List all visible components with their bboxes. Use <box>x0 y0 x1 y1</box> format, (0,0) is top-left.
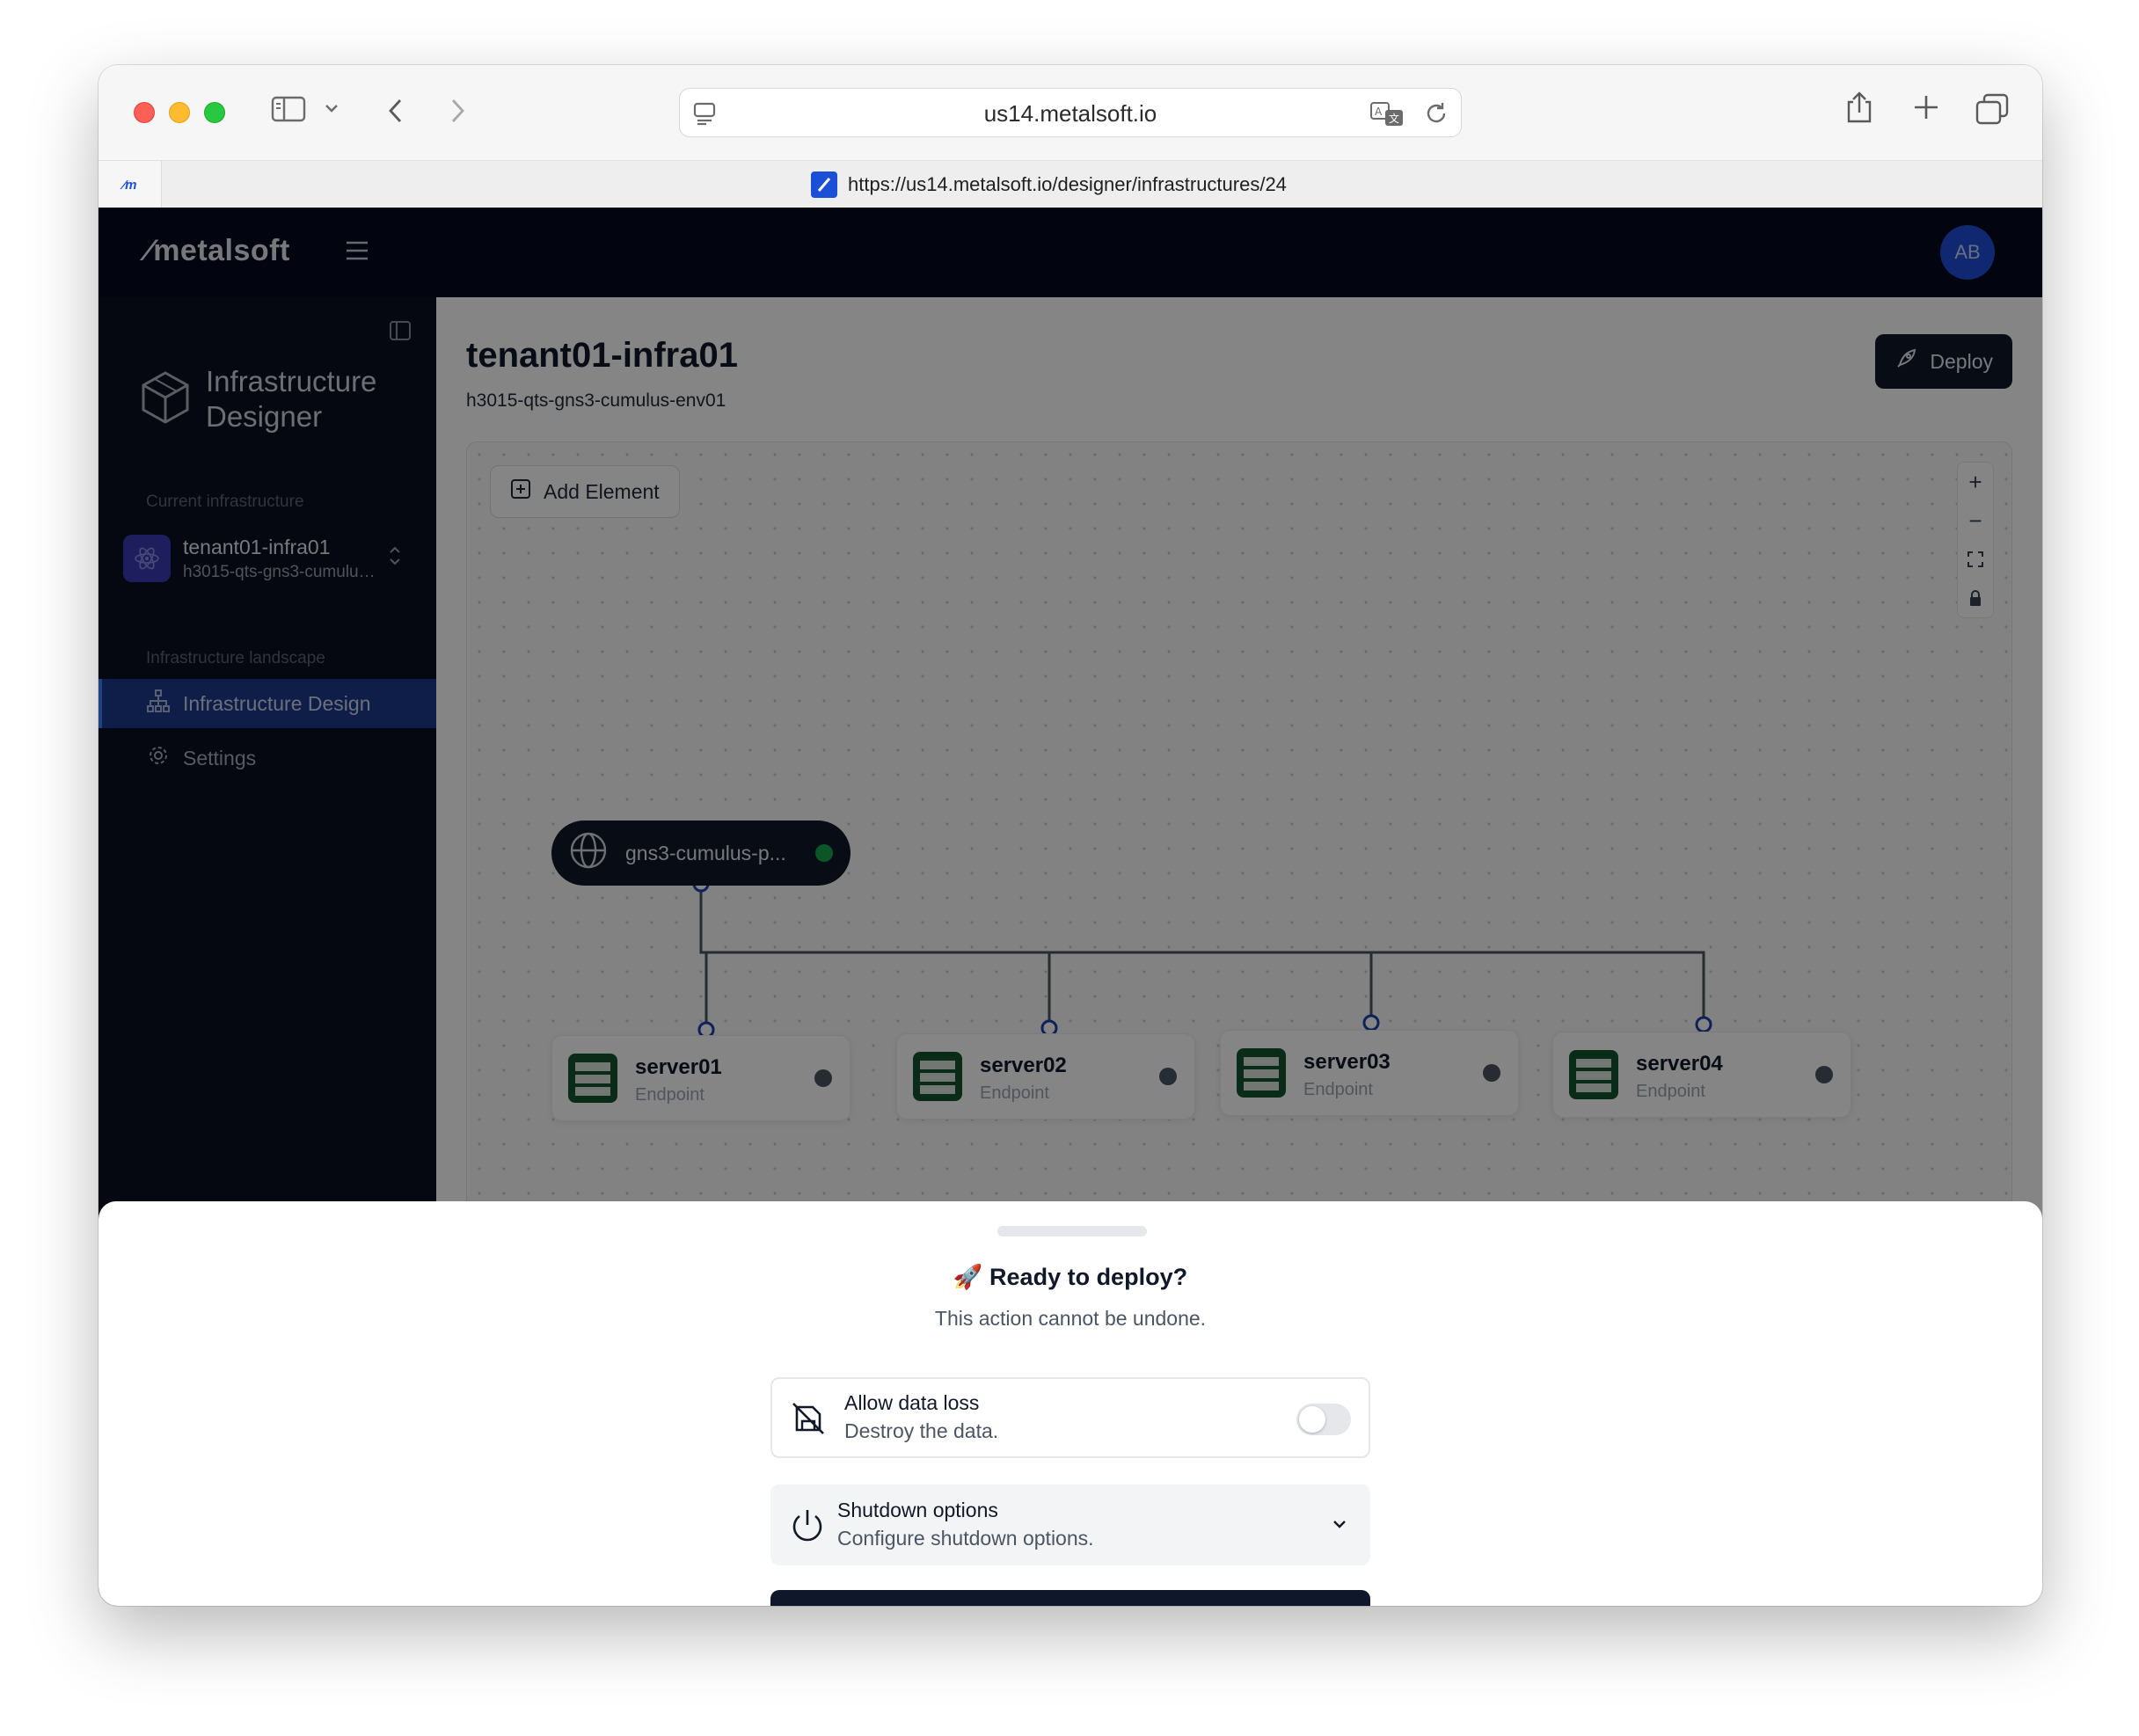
tab-bar: ⁄m https://us14.metalsoft.io/designer/in… <box>99 160 2042 208</box>
allow-data-loss-desc: Destroy the data. <box>844 1419 999 1442</box>
zoom-window-button[interactable] <box>204 102 225 123</box>
new-tab-icon[interactable] <box>1912 93 1940 121</box>
close-window-button[interactable] <box>134 102 155 123</box>
shutdown-options-title: Shutdown options <box>837 1499 998 1521</box>
drawer-title: 🚀 Ready to deploy? <box>953 1264 1188 1290</box>
app-root: ⁄ metalsoft AB Infrastructure Designer C… <box>99 208 2042 1606</box>
power-icon <box>790 1507 825 1549</box>
active-tab[interactable]: https://us14.metalsoft.io/designer/infra… <box>811 161 1287 208</box>
allow-data-loss-toggle[interactable] <box>1296 1404 1351 1435</box>
metalsoft-favicon-icon <box>811 171 837 198</box>
drawer-subtitle: This action cannot be undone. <box>934 1307 1207 1330</box>
svg-text:A: A <box>1375 106 1383 118</box>
toggle-knob <box>1299 1406 1325 1433</box>
address-bar[interactable]: us14.metalsoft.io A文 <box>679 88 1462 137</box>
deploy-drawer: 🚀 Ready to deploy? This action cannot be… <box>99 1201 2042 1606</box>
chevron-down-icon[interactable] <box>324 100 339 116</box>
shutdown-options-desc: Configure shutdown options. <box>837 1527 1094 1550</box>
translate-icon[interactable]: A文 <box>1369 99 1405 128</box>
forward-icon[interactable] <box>447 97 468 125</box>
browser-toolbar: us14.metalsoft.io A文 ⁄m https://us14.met… <box>99 65 2042 208</box>
minimize-window-button[interactable] <box>169 102 190 123</box>
browser-window: us14.metalsoft.io A文 ⁄m https://us14.met… <box>99 65 2042 1606</box>
tab-url: https://us14.metalsoft.io/designer/infra… <box>848 173 1287 195</box>
allow-data-loss-title: Allow data loss <box>844 1391 980 1414</box>
deploy-confirm-button[interactable]: Deploy <box>770 1590 1370 1606</box>
database-off-icon <box>790 1400 827 1441</box>
reload-icon[interactable] <box>1424 101 1449 126</box>
tab-overview-icon[interactable] <box>1975 93 2009 125</box>
svg-text:文: 文 <box>1389 112 1399 125</box>
drawer-handle[interactable] <box>997 1226 1147 1236</box>
share-icon[interactable] <box>1843 90 1875 125</box>
chevron-down-icon <box>1330 1514 1349 1538</box>
pinned-tab[interactable]: ⁄m <box>99 161 162 208</box>
url-host: us14.metalsoft.io <box>983 100 1157 127</box>
shutdown-options-accordion[interactable]: Shutdown options Configure shutdown opti… <box>770 1484 1370 1565</box>
back-icon[interactable] <box>385 97 406 125</box>
allow-data-loss-option: Allow data loss Destroy the data. <box>770 1377 1370 1458</box>
sidebar-toggle-icon[interactable] <box>271 95 306 123</box>
